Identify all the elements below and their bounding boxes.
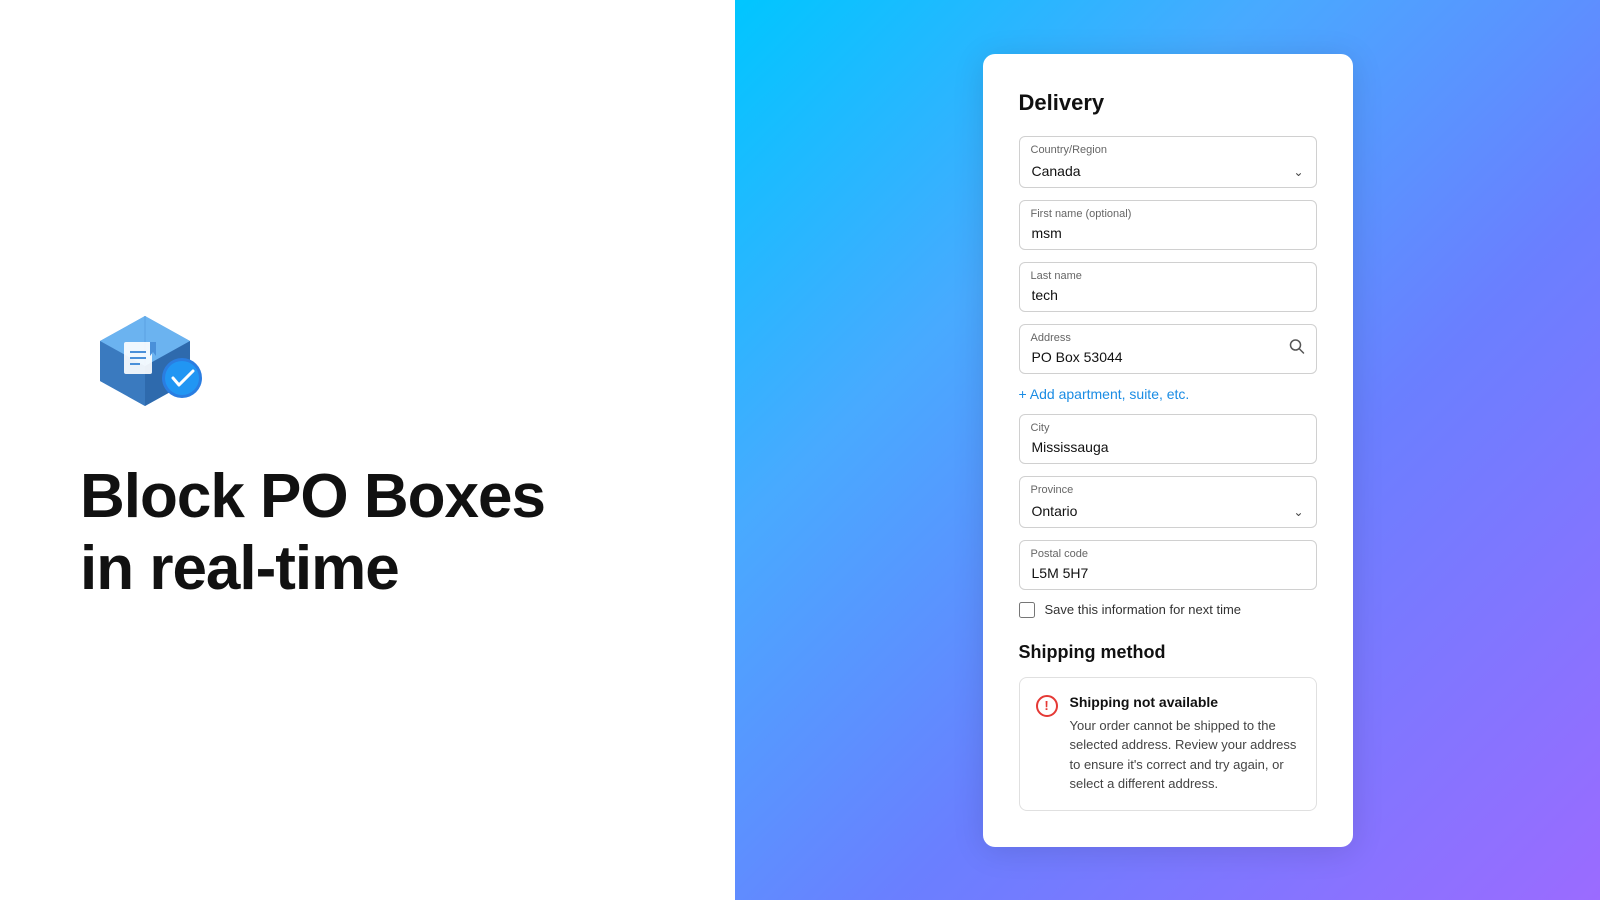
- left-panel: Block PO Boxes in real-time: [0, 0, 735, 900]
- product-logo-icon: [80, 296, 210, 416]
- shipping-error-content: Shipping not available Your order cannot…: [1070, 694, 1300, 794]
- last-name-input[interactable]: [1019, 262, 1317, 312]
- add-apartment-link[interactable]: + Add apartment, suite, etc.: [1019, 386, 1317, 402]
- city-field: City: [1019, 414, 1317, 464]
- postal-code-field: Postal code: [1019, 540, 1317, 590]
- first-name-field: First name (optional): [1019, 200, 1317, 250]
- chevron-down-icon: ⌄: [1293, 165, 1303, 179]
- province-value: Ontario: [1032, 503, 1078, 519]
- address-input[interactable]: [1019, 324, 1317, 374]
- save-info-label: Save this information for next time: [1045, 602, 1242, 617]
- delivery-section-title: Delivery: [1019, 90, 1317, 116]
- error-icon: !: [1036, 695, 1058, 717]
- right-panel: Delivery Country/Region Canada ⌄ First n…: [735, 0, 1600, 900]
- search-icon[interactable]: [1289, 338, 1305, 359]
- province-field: Province Ontario ⌄: [1019, 476, 1317, 528]
- country-field: Country/Region Canada ⌄: [1019, 136, 1317, 188]
- shipping-error-description: Your order cannot be shipped to the sele…: [1070, 716, 1300, 794]
- province-select[interactable]: Ontario ⌄: [1019, 476, 1317, 528]
- address-field: Address: [1019, 324, 1317, 374]
- first-name-input[interactable]: [1019, 200, 1317, 250]
- shipping-error-box: ! Shipping not available Your order cann…: [1019, 677, 1317, 811]
- save-info-row: Save this information for next time: [1019, 602, 1317, 618]
- logo-area: [80, 296, 655, 421]
- chevron-down-icon: ⌄: [1293, 505, 1303, 519]
- shipping-section-title: Shipping method: [1019, 642, 1317, 663]
- headline: Block PO Boxes in real-time: [80, 461, 655, 604]
- country-value: Canada: [1032, 163, 1081, 179]
- last-name-field: Last name: [1019, 262, 1317, 312]
- save-info-checkbox[interactable]: [1019, 602, 1035, 618]
- form-card: Delivery Country/Region Canada ⌄ First n…: [983, 54, 1353, 847]
- postal-input[interactable]: [1019, 540, 1317, 590]
- shipping-error-title: Shipping not available: [1070, 694, 1300, 710]
- country-select[interactable]: Canada ⌄: [1019, 136, 1317, 188]
- city-input[interactable]: [1019, 414, 1317, 464]
